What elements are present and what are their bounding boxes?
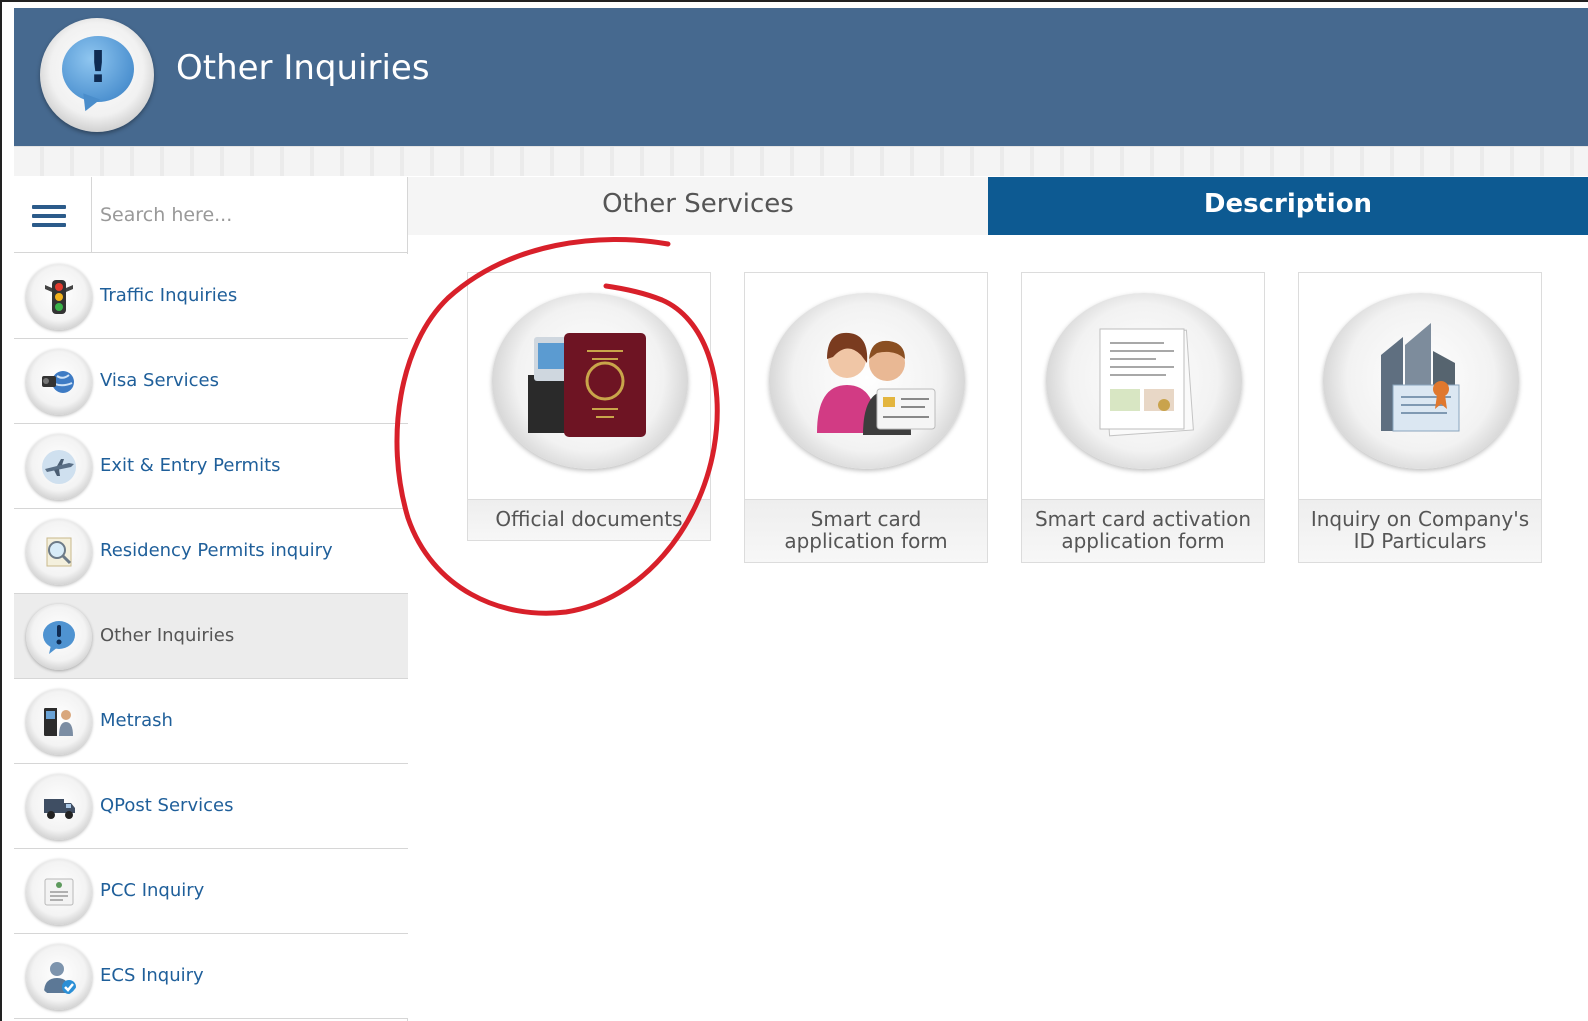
sidebar-item-label: Visa Services bbox=[100, 370, 219, 391]
search-input[interactable] bbox=[100, 195, 396, 235]
page-title: Other Inquiries bbox=[176, 48, 430, 88]
sidebar-item-traffic-inquiries[interactable]: Traffic Inquiries bbox=[14, 254, 408, 339]
sidebar-item-label: Exit & Entry Permits bbox=[100, 455, 281, 476]
sidebar-item-label: PCC Inquiry bbox=[100, 880, 205, 901]
sidebar-item-label: ECS Inquiry bbox=[100, 965, 204, 986]
airplane-icon bbox=[26, 434, 92, 500]
service-card-company-id-particulars[interactable]: Inquiry on Company's ID Particulars bbox=[1298, 272, 1542, 563]
people-id-card-icon bbox=[769, 293, 965, 469]
traffic-light-icon bbox=[26, 264, 92, 330]
exclamation-bubble-icon: ! bbox=[40, 18, 154, 132]
sidebar-item-metrash[interactable]: Metrash bbox=[14, 679, 408, 764]
service-card-label: Smart card application form bbox=[745, 499, 987, 562]
sidebar-item-exit-entry-permits[interactable]: Exit & Entry Permits bbox=[14, 424, 408, 509]
tab-label: Description bbox=[1203, 189, 1373, 219]
sidebar-item-label: QPost Services bbox=[100, 795, 234, 816]
sidebar-item-other-inquiries[interactable]: Other Inquiries bbox=[14, 594, 408, 679]
person-check-icon bbox=[26, 944, 92, 1010]
sidebar-item-label: Metrash bbox=[100, 710, 173, 731]
sidebar: Traffic Inquiries Visa Services Exit & E… bbox=[14, 177, 408, 1021]
tab-other-services[interactable]: Other Services bbox=[408, 177, 988, 235]
visa-globe-icon bbox=[26, 349, 92, 415]
kiosk-icon bbox=[26, 689, 92, 755]
application-form-icon bbox=[1046, 293, 1242, 469]
certificate-icon bbox=[26, 859, 92, 925]
service-card-official-documents[interactable]: Official documents bbox=[467, 272, 711, 541]
sidebar-item-pcc-inquiry[interactable]: PCC Inquiry bbox=[14, 849, 408, 934]
tab-description[interactable]: Description bbox=[988, 177, 1588, 235]
sidebar-item-label: Other Inquiries bbox=[100, 625, 235, 646]
sidebar-item-ecs-inquiry[interactable]: ECS Inquiry bbox=[14, 934, 408, 1019]
sidebar-item-label: Residency Permits inquiry bbox=[100, 540, 333, 561]
service-tabs: Other Services Description bbox=[408, 177, 1588, 235]
sidebar-item-visa-services[interactable]: Visa Services bbox=[14, 339, 408, 424]
passport-icon bbox=[492, 293, 688, 469]
company-building-icon bbox=[1323, 293, 1519, 469]
service-card-label: Inquiry on Company's ID Particulars bbox=[1299, 499, 1541, 562]
service-card-label: Smart card activation application form bbox=[1022, 499, 1264, 562]
service-card-label: Official documents bbox=[468, 499, 710, 540]
tab-label: Other Services bbox=[602, 189, 794, 219]
sidebar-item-label: Traffic Inquiries bbox=[100, 285, 238, 306]
sidebar-item-qpost-services[interactable]: QPost Services bbox=[14, 764, 408, 849]
service-card-smart-card-activation[interactable]: Smart card activation application form bbox=[1021, 272, 1265, 563]
search-bar bbox=[14, 177, 408, 253]
sidebar-item-residency-permits[interactable]: Residency Permits inquiry bbox=[14, 509, 408, 594]
hamburger-menu-icon[interactable] bbox=[14, 177, 92, 253]
magnifier-document-icon bbox=[26, 519, 92, 585]
exclamation-bubble-icon bbox=[26, 604, 92, 670]
page-header: ! Other Inquiries bbox=[14, 8, 1588, 146]
delivery-truck-icon bbox=[26, 774, 92, 840]
service-card-smart-card-application[interactable]: Smart card application form bbox=[744, 272, 988, 563]
decorative-pattern-strip bbox=[14, 146, 1588, 176]
